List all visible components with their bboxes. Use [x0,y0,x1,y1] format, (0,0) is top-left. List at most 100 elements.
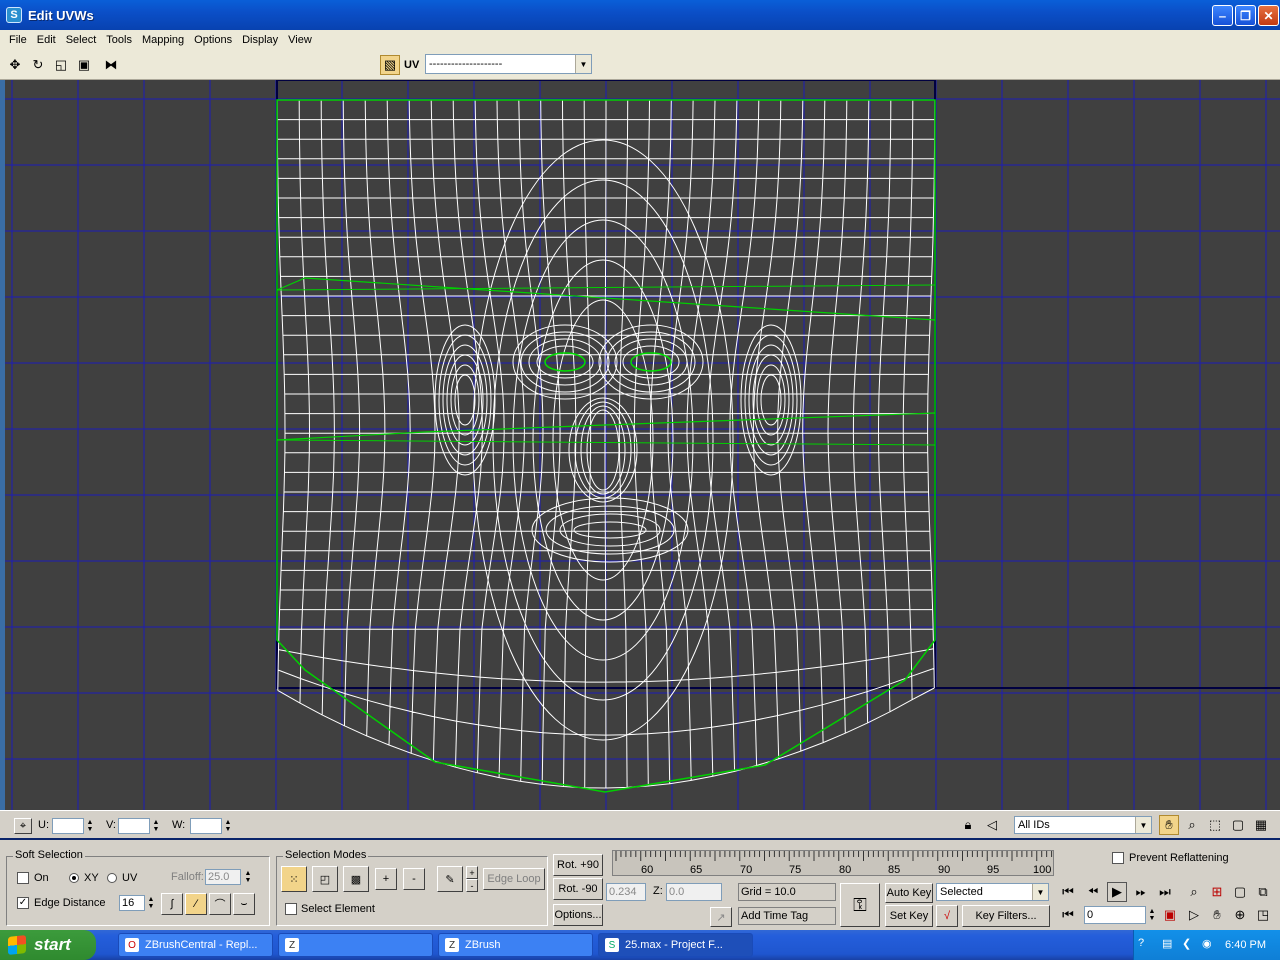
falloff-smooth-icon[interactable]: ∫ [161,893,183,915]
snap-icon[interactable]: ▦ [1251,815,1271,835]
menu-select[interactable]: Select [61,34,102,46]
select-element-checkbox[interactable] [285,903,297,915]
start-button[interactable]: start [0,930,96,960]
prev-frame-icon[interactable]: ⏪︎ [1083,882,1103,902]
task-zbrush[interactable]: Z ZBrush [438,933,593,957]
edge-loop-button[interactable]: Edge Loop [483,868,545,890]
rotate-plus90-button[interactable]: Rot. +90 [553,854,603,876]
timeline-ruler[interactable]: 60 65 70 75 80 85 90 95 100 [612,850,1054,876]
menu-edit[interactable]: Edit [32,34,61,46]
frame-spinner[interactable]: ▲ ▼ [1147,906,1157,924]
network-icon[interactable]: ▤ [1162,937,1172,950]
paint-shrink-button[interactable]: - [466,879,478,892]
zoom-extents-all-icon[interactable]: ⧉ [1253,882,1273,902]
auto-key-button[interactable]: Auto Key [885,883,933,903]
task-zbrush-blank[interactable]: Z [278,933,433,957]
xy-radio[interactable] [69,873,79,883]
prevent-reflattening-checkbox[interactable] [1112,852,1124,864]
vertex-mode-icon[interactable]: ⁙ [281,866,307,892]
paint-select-icon[interactable]: ✎ [437,866,463,892]
rotate-minus90-button[interactable]: Rot. -90 [553,878,603,900]
u-spinner[interactable]: ▲ ▼ [85,818,95,834]
edge-distance-checkbox[interactable]: ✓ [17,897,29,909]
add-time-tag-button[interactable]: Add Time Tag [738,907,836,925]
lock-icon[interactable]: 🔒︎ [958,815,978,835]
time-config-icon[interactable]: ▣ [1160,905,1180,925]
on-checkbox[interactable] [17,872,29,884]
menu-mapping[interactable]: Mapping [137,34,189,46]
falloff-field[interactable]: 25.0 [205,869,241,885]
w-spinner[interactable]: ▲ ▼ [223,818,233,834]
zoom-icon[interactable]: ⌕ [1182,815,1202,835]
time-tag-icon[interactable]: ↗ [710,907,732,927]
falloff-spinner[interactable]: ▲ ▼ [243,869,253,885]
edge-distance-spinner[interactable]: ▲ ▼ [146,895,156,911]
task-3dsmax[interactable]: S 25.max - Project F... [598,933,753,957]
face-mode-icon[interactable]: ▩ [343,866,369,892]
menu-view[interactable]: View [283,34,317,46]
zoom-extents-icon[interactable]: ▢ [1230,882,1250,902]
task-zbrushcentral[interactable]: O ZBrushCentral - Repl... [118,933,273,957]
orbit-icon[interactable]: ⊕ [1230,905,1250,925]
frame-field[interactable]: 0 [1084,906,1146,924]
zoom-region-icon[interactable]: ⬚ [1205,815,1225,835]
hide-icon[interactable]: ◁ [982,815,1002,835]
goto-end-icon[interactable]: ⏭︎ [1155,882,1175,902]
pan-icon[interactable]: ✋︎ [1207,905,1227,925]
menu-tools[interactable]: Tools [101,34,137,46]
edge-mode-icon[interactable]: ◰ [312,866,338,892]
uv-radio[interactable] [107,873,117,883]
move-icon[interactable]: ✥ [5,55,25,75]
menu-display[interactable]: Display [237,34,283,46]
options-button[interactable]: Options... [553,904,603,926]
ids-combo[interactable]: All IDs ▼ [1014,816,1152,834]
falloff-linear-icon[interactable]: ∕ [185,893,207,915]
zoom-all-icon[interactable]: ⊞ [1207,882,1227,902]
mirror-icon[interactable]: ⧓ [101,55,121,75]
uv-viewport[interactable] [5,80,1280,810]
texture-icon[interactable]: ▧ [380,55,400,75]
minimize-button[interactable]: ‒ [1212,5,1233,26]
set-key-button[interactable]: Set Key [885,905,933,927]
close-button[interactable]: ✕ [1258,5,1279,26]
tick-label: 85 [888,864,901,876]
freeform-icon[interactable]: ▣ [74,55,94,75]
v-spinner[interactable]: ▲ ▼ [151,818,161,834]
menu-options[interactable]: Options [189,34,237,46]
uv-mesh[interactable] [5,80,1280,810]
zoom-icon[interactable]: ⌕ [1184,882,1204,902]
arrow-icon[interactable]: ❮ [1182,937,1191,950]
scale-icon[interactable]: ◱ [51,55,71,75]
rotate-icon[interactable]: ↻ [28,55,48,75]
w-field[interactable] [190,818,222,834]
edge-distance-field[interactable]: 16 [119,895,145,911]
v-field[interactable] [118,818,150,834]
paint-grow-button[interactable]: + [466,866,478,879]
shrink-button[interactable]: - [403,868,425,890]
u-field[interactable] [52,818,84,834]
fov-icon[interactable]: ▷ [1184,905,1204,925]
zoom-extents-icon[interactable]: ▢ [1228,815,1248,835]
app-icon[interactable]: S [6,7,22,23]
menu-file[interactable]: File [4,34,32,46]
next-frame-icon[interactable]: ⏩︎ [1131,882,1151,902]
selected-combo[interactable]: Selected ▼ [936,883,1049,901]
x-field[interactable]: 0.234 [606,883,646,901]
help-icon[interactable]: ? [1138,937,1144,949]
play-icon[interactable]: ▶︎ [1107,882,1127,902]
falloff-slowout-icon[interactable]: ⌒ [209,893,231,915]
key-filters-button[interactable]: Key Filters... [962,905,1050,927]
curve-editor-icon[interactable]: √ [936,905,958,927]
key-icon[interactable]: ⚿ [840,883,880,927]
z-field[interactable]: 0.0 [666,883,722,901]
falloff-fastout-icon[interactable]: ⌣ [233,893,255,915]
map-combo[interactable]: -------------------- ▼ [425,54,592,74]
goto-start-icon[interactable]: ⏮︎ [1058,882,1078,902]
maximize-button[interactable]: ❐ [1235,5,1256,26]
maximize-viewport-icon[interactable]: ◳ [1253,905,1273,925]
shield-icon[interactable]: ◉ [1202,937,1212,950]
lock-selection-icon[interactable]: ⌖ [14,818,32,834]
key-mode-icon[interactable]: ⏮︎ [1058,905,1078,925]
pan-icon[interactable]: ✋︎ [1159,815,1179,835]
grow-button[interactable]: + [375,868,397,890]
